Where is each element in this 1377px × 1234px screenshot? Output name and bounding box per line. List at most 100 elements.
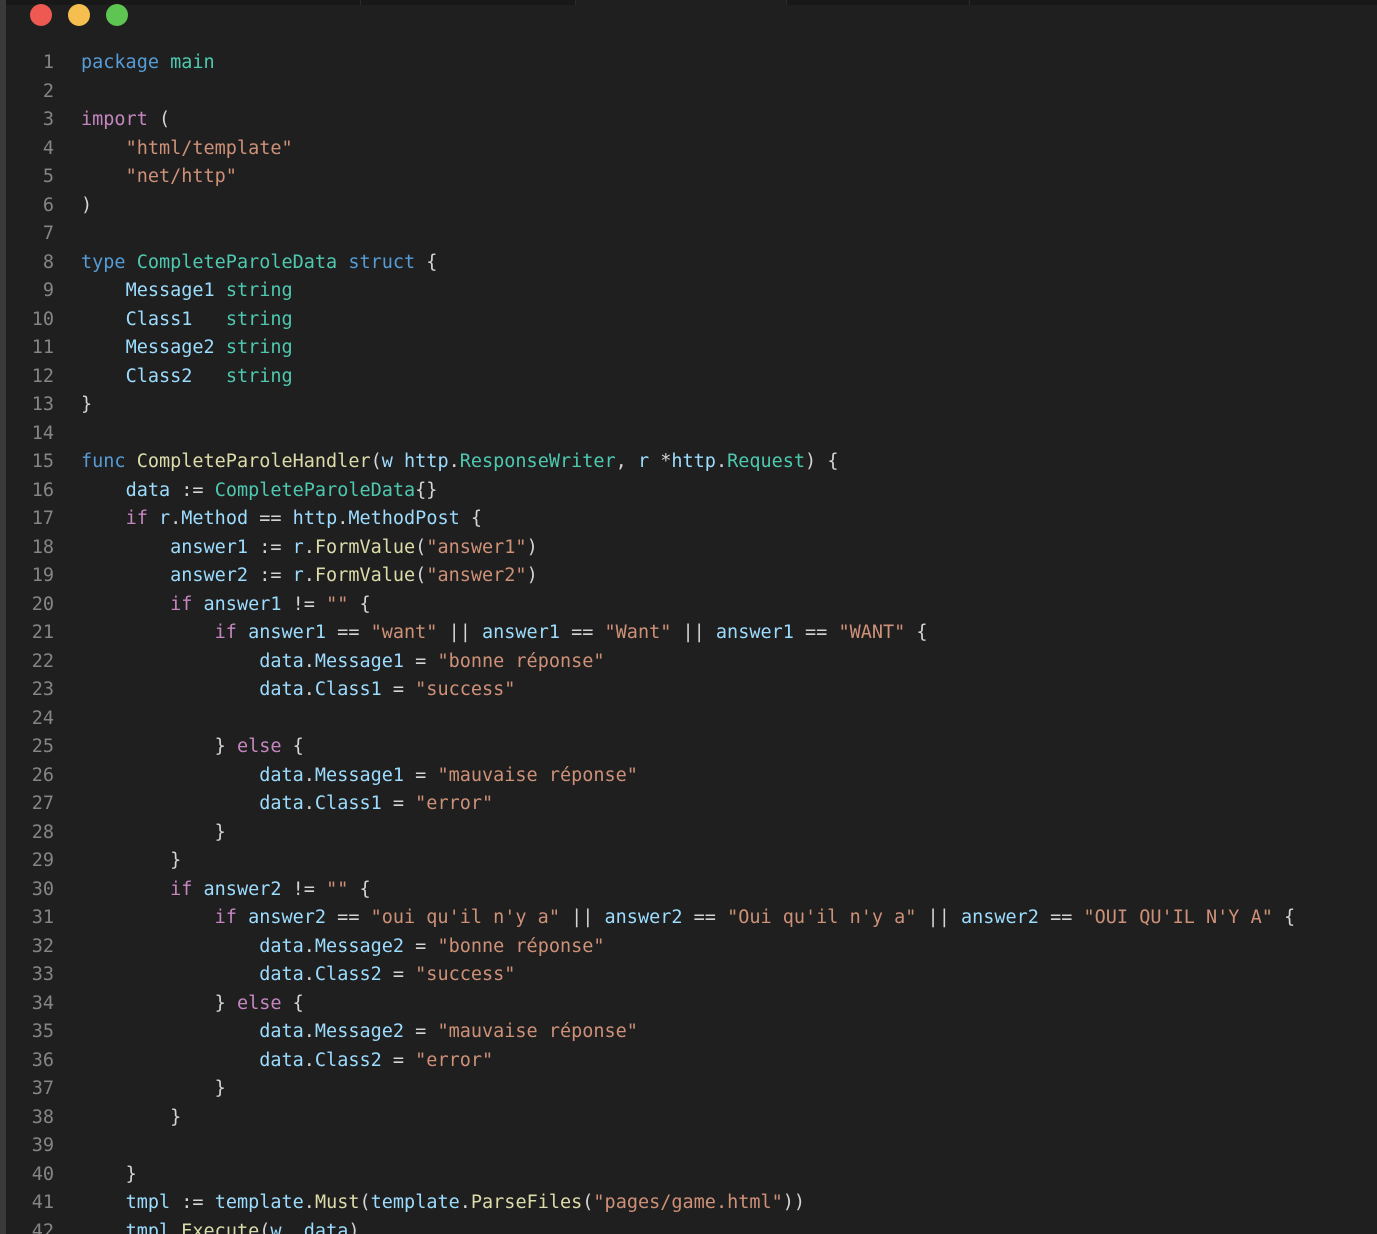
- code-line[interactable]: 27 data.Class1 = "error": [6, 790, 1377, 819]
- code-line[interactable]: 38 }: [6, 1104, 1377, 1133]
- code-line[interactable]: 5 "net/http": [6, 163, 1377, 192]
- code-line[interactable]: 2: [6, 78, 1377, 107]
- code-line[interactable]: 6): [6, 192, 1377, 221]
- code-line[interactable]: 8 type CompleteParoleData struct {: [6, 249, 1377, 278]
- code-token: data: [259, 793, 304, 814]
- tab[interactable]: [6, 0, 361, 5]
- code-text: data.Message1 = "mauvaise réponse": [81, 762, 638, 791]
- code-line[interactable]: 22 data.Message1 = "bonne réponse": [6, 648, 1377, 677]
- code-line[interactable]: 12 Class2 string: [6, 363, 1377, 392]
- tab-strip: [6, 0, 1377, 5]
- code-token: "pages/game.html": [593, 1192, 783, 1213]
- code-editor-window: 1 package main 2 3 import (4 "html/template"…: [0, 0, 1377, 1234]
- minimize-window-button[interactable]: [68, 4, 90, 26]
- code-line[interactable]: 35 data.Message2 = "mauvaise réponse": [6, 1018, 1377, 1047]
- code-line[interactable]: 33 data.Class2 = "success": [6, 961, 1377, 990]
- code-text: Class2 string: [81, 363, 293, 392]
- close-window-button[interactable]: [30, 4, 52, 26]
- code-line[interactable]: 36 data.Class2 = "error": [6, 1047, 1377, 1076]
- code-token: .: [448, 451, 460, 472]
- code-token: ==: [682, 907, 728, 928]
- code-token: "": [326, 593, 349, 615]
- code-line[interactable]: 3 import (: [6, 106, 1377, 135]
- code-line[interactable]: 23 data.Class1 = "success": [6, 676, 1377, 705]
- code-line[interactable]: 41 tmpl := template.Must(template.ParseF…: [6, 1189, 1377, 1218]
- code-line[interactable]: 19 answer2 := r.FormValue("answer2"): [6, 562, 1377, 591]
- code-line[interactable]: 20 if answer1 != "" {: [6, 591, 1377, 620]
- code-token: .: [303, 650, 315, 672]
- code-token: http: [671, 451, 716, 472]
- code-token: =: [404, 764, 438, 786]
- line-number: 9: [42, 280, 54, 301]
- code-token: "net/http": [125, 166, 237, 187]
- code-token: "html/template": [125, 137, 293, 159]
- code-token: ,: [281, 1220, 304, 1234]
- code-line[interactable]: 25 } else {: [6, 733, 1377, 762]
- code-line[interactable]: 10 Class1 string: [6, 306, 1377, 335]
- code-line[interactable]: 37 }: [6, 1075, 1377, 1104]
- code-line[interactable]: 39: [6, 1132, 1377, 1161]
- code-token: main: [170, 52, 215, 73]
- code-line[interactable]: 24: [6, 705, 1377, 734]
- code-line[interactable]: 26 data.Message1 = "mauvaise réponse": [6, 762, 1377, 791]
- code-line[interactable]: 29 }: [6, 847, 1377, 876]
- code-line[interactable]: 31 if answer2 == "oui qu'il n'y a" || an…: [6, 904, 1377, 933]
- code-line[interactable]: 32 data.Message2 = "bonne réponse": [6, 933, 1377, 962]
- code-line[interactable]: 7: [6, 220, 1377, 249]
- code-token: "error": [415, 1049, 494, 1071]
- code-line[interactable]: 40 }: [6, 1161, 1377, 1190]
- code-line[interactable]: 9 Message1 string: [6, 277, 1377, 306]
- code-token: .: [170, 1220, 182, 1234]
- code-line[interactable]: 16 data := CompleteParoleData{}: [6, 477, 1377, 506]
- code-token: data: [259, 679, 304, 700]
- code-line[interactable]: 28 }: [6, 819, 1377, 848]
- code-editor[interactable]: 1 package main 2 3 import (4 "html/template"…: [6, 49, 1377, 1234]
- code-token: =: [381, 679, 416, 700]
- code-token: {: [348, 593, 371, 615]
- code-token: ||: [916, 907, 961, 928]
- line-number: 33: [31, 964, 54, 985]
- code-line[interactable]: 13}: [6, 391, 1377, 420]
- code-token: :=: [170, 1192, 215, 1213]
- code-line[interactable]: 34 } else {: [6, 990, 1377, 1019]
- code-token: {: [1272, 907, 1296, 928]
- code-line[interactable]: 14: [6, 420, 1377, 449]
- code-token: {: [281, 736, 304, 757]
- tab-active[interactable]: [576, 0, 787, 5]
- code-line[interactable]: 1 package main: [6, 49, 1377, 78]
- code-token: Message1: [125, 280, 215, 301]
- line-number: 19: [31, 565, 54, 586]
- code-token: .: [459, 1192, 471, 1213]
- code-text: Class1 string: [81, 306, 293, 335]
- code-token: answer1: [170, 536, 249, 558]
- code-line[interactable]: 4 "html/template": [6, 135, 1377, 164]
- code-line[interactable]: 42 tmpl.Execute(w, data): [6, 1218, 1377, 1234]
- tab[interactable]: [361, 0, 576, 5]
- code-line[interactable]: 21 if answer1 == "want" || answer1 == "W…: [6, 619, 1377, 648]
- code-line[interactable]: 30 if answer2 != "" {: [6, 876, 1377, 905]
- code-token: "want": [370, 622, 438, 643]
- code-token: {: [348, 878, 371, 900]
- line-number: 39: [31, 1135, 54, 1156]
- code-token: "OUI QU'IL N'Y A": [1083, 907, 1273, 928]
- title-bar: [6, 0, 1377, 34]
- zoom-window-button[interactable]: [106, 4, 128, 26]
- code-token: if: [125, 508, 148, 529]
- code-line[interactable]: 15 func CompleteParoleHandler(w http.Resp…: [6, 448, 1377, 477]
- code-text: data.Class1 = "error": [81, 790, 493, 819]
- code-token: Class1: [314, 679, 382, 700]
- tab[interactable]: [787, 0, 970, 5]
- code-line[interactable]: 11 Message2 string: [6, 334, 1377, 363]
- code-token: .: [303, 1192, 315, 1213]
- code-token: =: [404, 1021, 438, 1042]
- code-line[interactable]: 17 if r.Method == http.MethodPost {: [6, 505, 1377, 534]
- code-line[interactable]: 18 answer1 := r.FormValue("answer1"): [6, 534, 1377, 563]
